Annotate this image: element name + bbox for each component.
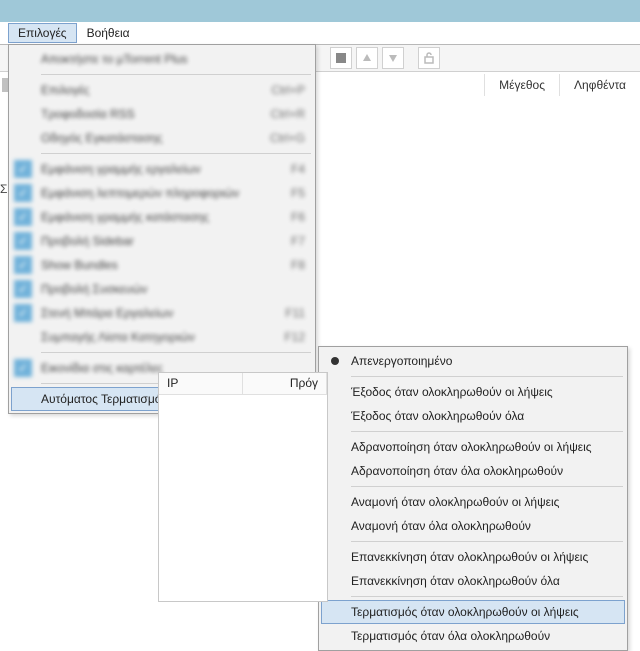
- submenu-item-label: Απενεργοποιημένο: [351, 354, 452, 368]
- menu-item-show-toolbar[interactable]: Εμφάνιση γραμμής εργαλείων F4: [11, 157, 313, 181]
- menu-item-label: Show Bundles: [41, 258, 291, 272]
- menu-item-accelerator: F11: [285, 306, 305, 320]
- submenu-item-hibernate-downloads[interactable]: Αδρανοποίηση όταν ολοκληρωθούν οι λήψεις: [321, 435, 625, 459]
- toolbar-up-icon[interactable]: [356, 47, 378, 69]
- toolbar-lock-icon[interactable]: [418, 47, 440, 69]
- list-column-headers: Μέγεθος Ληφθέντα: [484, 72, 640, 98]
- toolbar-down-icon[interactable]: [382, 47, 404, 69]
- check-icon: [14, 208, 32, 226]
- menu-separator: [41, 352, 311, 353]
- submenu-item-standby-downloads[interactable]: Αναμονή όταν ολοκληρωθούν οι λήψεις: [321, 490, 625, 514]
- menu-item-accelerator: F6: [291, 210, 305, 224]
- menu-item-label: Προβολή Sidebar: [41, 234, 291, 248]
- auto-shutdown-submenu: Απενεργοποιημένο Έξοδος όταν ολοκληρωθού…: [318, 346, 628, 651]
- peers-panel: IP Πρόγ: [158, 372, 328, 602]
- menu-item-preferences[interactable]: Επιλογές Ctrl+P: [11, 78, 313, 102]
- menu-item-label: Επιλογές: [41, 83, 271, 97]
- check-icon: [14, 160, 32, 178]
- menu-item-accelerator: Ctrl+R: [271, 107, 305, 121]
- window-titlebar: [0, 0, 640, 22]
- menu-separator: [41, 74, 311, 75]
- submenu-item-shutdown-all[interactable]: Τερματισμός όταν όλα ολοκληρωθούν: [321, 624, 625, 648]
- check-icon: [14, 232, 32, 250]
- col-program[interactable]: Πρόγ: [243, 373, 327, 394]
- menu-separator: [351, 596, 623, 597]
- menu-options[interactable]: Επιλογές: [8, 23, 77, 43]
- toolbar-stop-icon[interactable]: [330, 47, 352, 69]
- menu-item-accelerator: F7: [291, 234, 305, 248]
- submenu-item-label: Αναμονή όταν ολοκληρωθούν οι λήψεις: [351, 495, 559, 509]
- menu-item-show-devices[interactable]: Προβολή Συσκευών: [11, 277, 313, 301]
- menu-separator: [41, 153, 311, 154]
- submenu-item-shutdown-downloads[interactable]: Τερματισμός όταν ολοκληρωθούν οι λήψεις: [321, 600, 625, 624]
- submenu-item-exit-downloads[interactable]: Έξοδος όταν ολοκληρωθούν οι λήψεις: [321, 380, 625, 404]
- check-icon: [14, 359, 32, 377]
- submenu-item-disabled[interactable]: Απενεργοποιημένο: [321, 349, 625, 373]
- submenu-item-label: Αδρανοποίηση όταν όλα ολοκληρωθούν: [351, 464, 563, 478]
- submenu-item-label: Αδρανοποίηση όταν ολοκληρωθούν οι λήψεις: [351, 440, 592, 454]
- menu-item-show-bundles[interactable]: Show Bundles F8: [11, 253, 313, 277]
- menu-item-show-sidebar[interactable]: Προβολή Sidebar F7: [11, 229, 313, 253]
- menu-item-label: Αποκτήστε το μTorrent Plus: [41, 52, 305, 66]
- menu-separator: [351, 431, 623, 432]
- menu-item-get-plus[interactable]: Αποκτήστε το μTorrent Plus: [11, 47, 313, 71]
- submenu-item-label: Αναμονή όταν όλα ολοκληρωθούν: [351, 519, 531, 533]
- menu-item-label: Συμπαγής Λίστα Κατηγοριών: [41, 330, 284, 344]
- menu-item-accelerator: Ctrl+G: [270, 131, 305, 145]
- check-icon: [14, 304, 32, 322]
- submenu-item-label: Έξοδος όταν ολοκληρωθούν όλα: [351, 409, 524, 423]
- submenu-item-standby-all[interactable]: Αναμονή όταν όλα ολοκληρωθούν: [321, 514, 625, 538]
- menu-item-narrow-toolbar[interactable]: Στενή Μπάρα Εργαλείων F11: [11, 301, 313, 325]
- submenu-item-exit-all[interactable]: Έξοδος όταν ολοκληρωθούν όλα: [321, 404, 625, 428]
- menu-item-compact-category-list[interactable]: Συμπαγής Λίστα Κατηγοριών F12: [11, 325, 313, 349]
- peers-column-headers: IP Πρόγ: [159, 373, 327, 395]
- menu-item-label: Εμφάνιση λεπτομερών πληροφοριών: [41, 186, 291, 200]
- menu-item-show-status-bar[interactable]: Εμφάνιση γραμμής κατάστασης F6: [11, 205, 313, 229]
- menu-item-show-detailed-info[interactable]: Εμφάνιση λεπτομερών πληροφοριών F5: [11, 181, 313, 205]
- col-ip[interactable]: IP: [159, 373, 243, 394]
- menu-separator: [351, 486, 623, 487]
- menu-item-label: Εμφάνιση γραμμής κατάστασης: [41, 210, 291, 224]
- menu-item-setup-guide[interactable]: Οδηγός Εγκατάστασης Ctrl+G: [11, 126, 313, 150]
- menu-help[interactable]: Βοήθεια: [77, 23, 140, 43]
- submenu-item-label: Τερματισμός όταν όλα ολοκληρωθούν: [351, 629, 550, 643]
- menu-item-label: Προβολή Συσκευών: [41, 282, 305, 296]
- menu-item-accelerator: F8: [291, 258, 305, 272]
- submenu-item-label: Τερματισμός όταν ολοκληρωθούν οι λήψεις: [351, 605, 579, 619]
- submenu-item-reboot-all[interactable]: Επανεκκίνηση όταν ολοκληρωθούν όλα: [321, 569, 625, 593]
- check-icon: [14, 184, 32, 202]
- submenu-item-hibernate-all[interactable]: Αδρανοποίηση όταν όλα ολοκληρωθούν: [321, 459, 625, 483]
- submenu-item-label: Επανεκκίνηση όταν ολοκληρωθούν οι λήψεις: [351, 550, 588, 564]
- col-size[interactable]: Μέγεθος: [484, 74, 559, 96]
- menu-item-label: Εμφάνιση γραμμής εργαλείων: [41, 162, 291, 176]
- menu-item-accelerator: F4: [291, 162, 305, 176]
- menu-item-label: Στενή Μπάρα Εργαλείων: [41, 306, 285, 320]
- col-received[interactable]: Ληφθέντα: [559, 74, 640, 96]
- submenu-item-reboot-downloads[interactable]: Επανεκκίνηση όταν ολοκληρωθούν οι λήψεις: [321, 545, 625, 569]
- options-dropdown-menu: Αποκτήστε το μTorrent Plus Επιλογές Ctrl…: [8, 44, 316, 414]
- menu-item-accelerator: Ctrl+P: [271, 83, 305, 97]
- submenu-item-label: Επανεκκίνηση όταν ολοκληρωθούν όλα: [351, 574, 560, 588]
- menu-item-accelerator: F12: [284, 330, 305, 344]
- menu-item-label: Οδηγός Εγκατάστασης: [41, 131, 270, 145]
- menu-item-label: Τροφοδοσία RSS: [41, 107, 271, 121]
- left-edge-label: Συ: [0, 182, 8, 196]
- radio-icon: [331, 357, 339, 365]
- menu-separator: [351, 541, 623, 542]
- menu-bar: Επιλογές Βοήθεια: [8, 22, 140, 44]
- menu-item-accelerator: F5: [291, 186, 305, 200]
- menu-separator: [351, 376, 623, 377]
- submenu-item-label: Έξοδος όταν ολοκληρωθούν οι λήψεις: [351, 385, 553, 399]
- check-icon: [14, 280, 32, 298]
- check-icon: [14, 256, 32, 274]
- menu-item-rss[interactable]: Τροφοδοσία RSS Ctrl+R: [11, 102, 313, 126]
